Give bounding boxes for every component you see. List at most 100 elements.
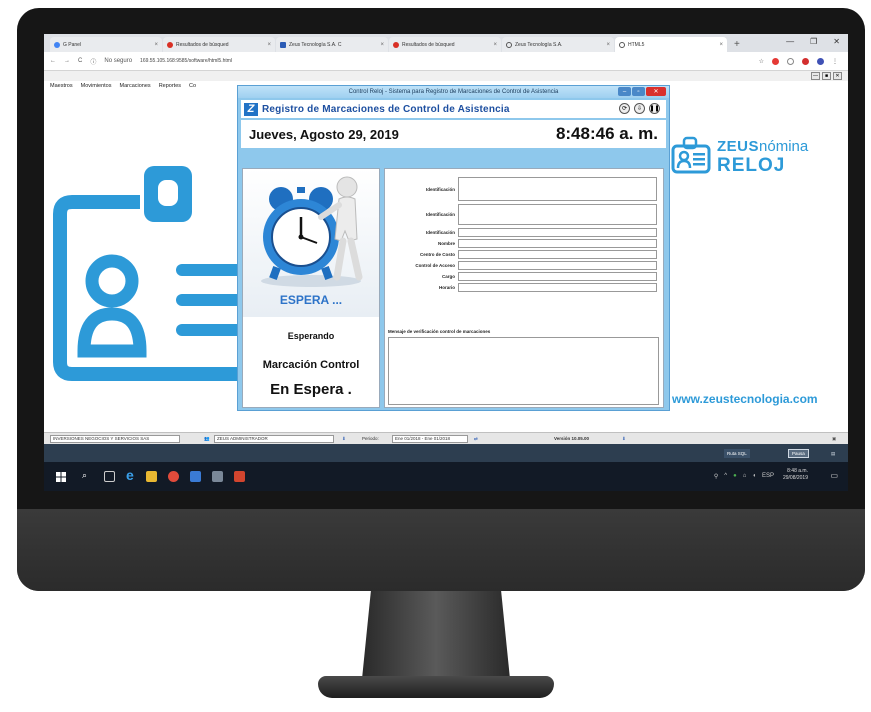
security-shield-icon[interactable]: ● <box>733 473 737 480</box>
menu-maestros[interactable]: Maestros <box>50 83 73 89</box>
browser-tab[interactable]: Zeus Tecnología S.A. × <box>502 37 614 52</box>
dialog-heading: Registro de Marcaciones de Control de As… <box>262 103 510 115</box>
powerpoint-icon[interactable] <box>234 471 245 482</box>
field-label: Horario <box>438 285 455 290</box>
app-icon[interactable] <box>190 471 201 482</box>
browser-tab[interactable]: Resultados de búsqued × <box>163 37 275 52</box>
menu-marcaciones[interactable]: Marcaciones <box>120 83 151 89</box>
form-row: Control de Acceso <box>385 261 665 270</box>
current-time: 8:48:46 a. m. <box>555 124 658 143</box>
menu-reportes[interactable]: Reportes <box>159 83 181 89</box>
statusbar-end-icon: ▣ <box>832 436 837 441</box>
browser-tab[interactable]: Zeus Tecnología S.A. C × <box>276 37 388 52</box>
close-tab-icon[interactable]: × <box>380 42 384 48</box>
website-link[interactable]: www.zeustecnologia.com <box>672 392 818 406</box>
pause-icon[interactable]: ❚❚ <box>649 103 660 114</box>
menu-kebab-icon[interactable]: ⋮ <box>832 58 838 65</box>
address-bar: ← → C ⓘ No seguro 169.55.105.168:9585/so… <box>44 52 848 71</box>
maximize-button[interactable]: ❐ <box>810 37 817 46</box>
identificacion-input[interactable] <box>458 177 657 201</box>
chrome-icon[interactable] <box>168 471 179 482</box>
mode-text: Marcación Control <box>262 359 360 371</box>
back-button[interactable]: ← <box>50 58 56 64</box>
clock[interactable]: 8:48 a.m. 29/08/2019 <box>783 468 808 482</box>
browser-tab-active[interactable]: HTML5 × <box>615 37 727 52</box>
task-view-icon[interactable] <box>104 471 115 482</box>
mdi-maximize-button[interactable]: ■ <box>822 72 831 80</box>
ruta-sql-button[interactable]: Ruta SQL <box>724 449 750 458</box>
refresh-icon[interactable]: ⟳ <box>619 103 630 114</box>
windows-taskbar: ⌕ e ⚲ ^ ● ⌂ ◖ ESP 8:48 a.m. 29/08/2019 ▭ <box>44 462 848 491</box>
extension-icon[interactable] <box>772 57 779 65</box>
zeus-badge-logo-icon <box>671 136 711 174</box>
browser-tab[interactable]: Resultados de búsqued × <box>389 37 501 52</box>
centro-de-costo-field <box>458 250 657 259</box>
people-icon[interactable]: ⚲ <box>714 473 718 480</box>
field-label: Identificación <box>425 212 455 217</box>
period-action-icon[interactable]: ⇄ <box>474 435 478 443</box>
download-icon[interactable]: ⇩ <box>634 103 645 114</box>
close-tab-icon[interactable]: × <box>267 42 271 48</box>
close-tab-icon[interactable]: × <box>719 42 723 48</box>
profile-avatar[interactable] <box>817 57 824 65</box>
control-de-acceso-field <box>458 261 657 270</box>
screen: G Panel × Resultados de búsqued × Zeus Tec… <box>44 34 848 491</box>
dialog-maximize-button[interactable]: ▫ <box>632 87 645 96</box>
menu-truncated[interactable]: Co <box>189 83 196 89</box>
volume-icon[interactable]: ◖ <box>752 473 756 480</box>
mode-state-text: En Espera . <box>270 381 352 398</box>
network-icon[interactable]: ⌂ <box>743 473 747 480</box>
dialog-minimize-button[interactable]: – <box>618 87 631 96</box>
close-tab-icon[interactable]: × <box>154 42 158 48</box>
language-indicator[interactable]: ESP <box>762 473 774 480</box>
zeus-site-icon <box>280 41 286 48</box>
forward-button[interactable]: → <box>64 58 70 64</box>
url-input[interactable]: 169.55.105.168:9585/software/html5.html <box>140 58 232 64</box>
close-tab-icon[interactable]: × <box>493 42 497 48</box>
identificacion-confirm-input[interactable] <box>458 204 657 225</box>
brand-zeus: ZEUS <box>717 138 760 155</box>
windows-start-icon[interactable] <box>56 472 66 482</box>
monitor-stand-base <box>318 676 554 698</box>
minimize-button[interactable]: — <box>786 37 794 46</box>
bookmark-star-icon[interactable]: ☆ <box>759 58 764 65</box>
gmail-icon <box>167 41 173 48</box>
mdi-close-button[interactable]: ✕ <box>833 72 842 80</box>
horario-field <box>458 283 657 292</box>
new-tab-button[interactable]: + <box>734 38 740 52</box>
file-explorer-icon[interactable] <box>146 471 157 482</box>
globe-icon <box>619 41 625 48</box>
mdi-minimize-button[interactable]: — <box>811 72 820 80</box>
reload-button[interactable]: C <box>78 58 82 64</box>
security-label: No seguro <box>104 58 133 64</box>
period-label: Periodo: <box>362 436 379 441</box>
app-status-bar: INVERSIONES NEGOCIOS Y SERVICIOS SAS 👥 Z… <box>44 432 848 444</box>
monitor-stand-neck <box>362 591 510 679</box>
field-label: Control de Acceso <box>415 263 455 268</box>
menu-movimientos[interactable]: Movimientos <box>81 83 112 89</box>
extension-icon[interactable] <box>802 57 809 65</box>
user-action-icon[interactable]: ⬇ <box>342 435 346 443</box>
dialog-titlebar[interactable]: Control Reloj - Sistema para Registro de… <box>238 86 669 98</box>
zeus-z-logo-icon: Z <box>244 102 258 116</box>
mdi-controls: — ■ ✕ <box>811 72 842 80</box>
form-row: Identificación <box>385 177 665 201</box>
search-icon[interactable]: ⌕ <box>82 470 87 481</box>
strip-end-icon[interactable]: ▤ <box>828 449 838 458</box>
edge-icon[interactable]: e <box>126 467 134 483</box>
dialog-title: Control Reloj - Sistema para Registro de… <box>348 89 559 95</box>
close-button[interactable]: ✕ <box>833 37 840 46</box>
dialog-close-button[interactable]: ✕ <box>646 87 666 96</box>
pausa-button[interactable]: Pausa <box>788 449 809 458</box>
info-icon[interactable]: ⓘ <box>90 57 96 66</box>
monitor-chin <box>17 509 865 591</box>
app-window-bar: — ■ ✕ <box>44 71 848 81</box>
show-hidden-icon[interactable]: ^ <box>724 473 727 480</box>
notification-icon[interactable]: ▭ <box>830 471 838 480</box>
app-icon[interactable] <box>212 471 223 482</box>
form-row: Horario <box>385 283 665 292</box>
browser-tab[interactable]: G Panel × <box>50 37 162 52</box>
extension-icon[interactable] <box>787 57 794 65</box>
current-date: Jueves, Agosto 29, 2019 <box>249 126 399 142</box>
close-tab-icon[interactable]: × <box>606 42 610 48</box>
